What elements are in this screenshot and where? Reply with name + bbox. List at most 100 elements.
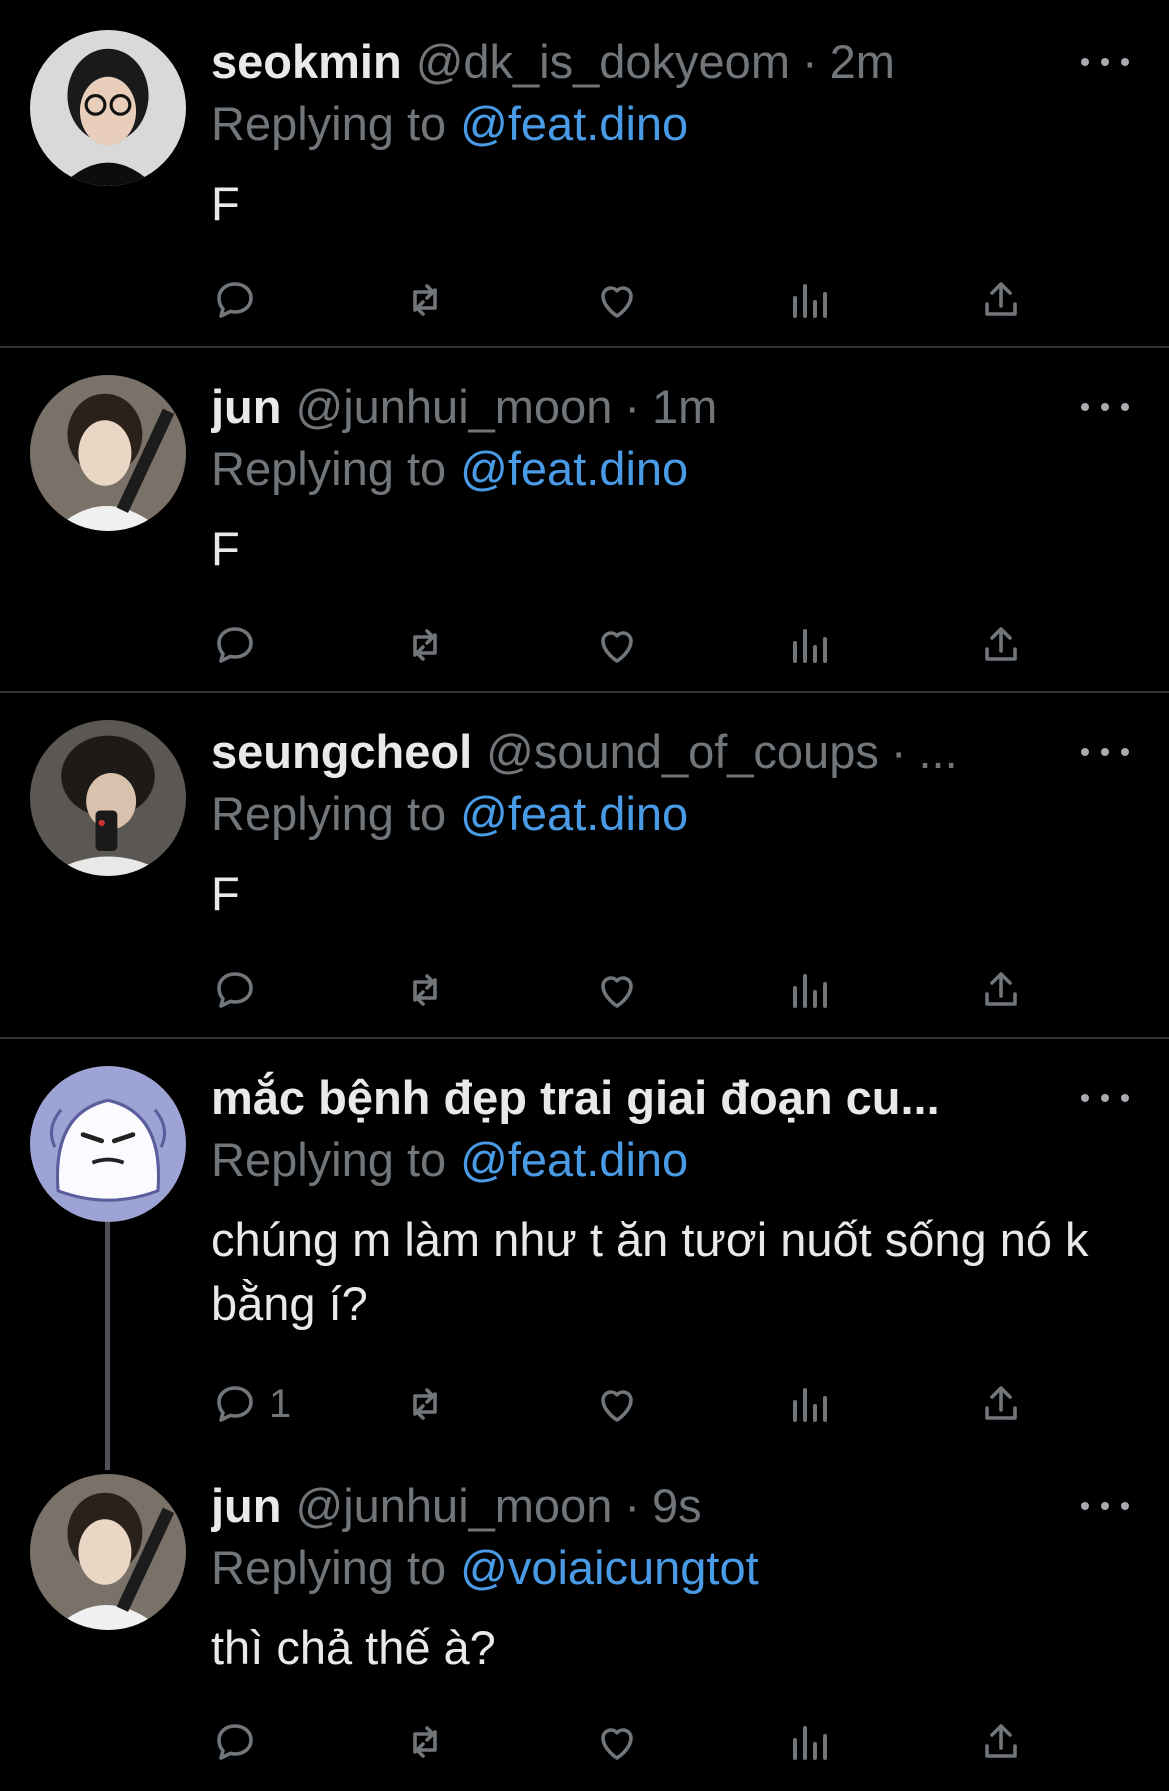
- reply-icon: [217, 1386, 253, 1422]
- share-icon: [985, 1724, 1017, 1758]
- like-button[interactable]: [593, 1712, 641, 1772]
- timestamp[interactable]: ...: [919, 720, 958, 784]
- views-button[interactable]: [785, 1374, 833, 1434]
- display-name[interactable]: seokmin: [211, 30, 402, 94]
- reply-button[interactable]: [211, 1712, 269, 1772]
- reply-icon: [217, 972, 253, 1008]
- display-name[interactable]: mắc bệnh đẹp trai giai đoạn cu...: [211, 1066, 940, 1130]
- timestamp[interactable]: 9s: [652, 1474, 702, 1538]
- like-button[interactable]: [593, 615, 641, 675]
- tweet[interactable]: seokmin @dk_is_dokyeom · 2m Replying to @…: [0, 0, 1169, 348]
- action-bar: [211, 1712, 1051, 1772]
- separator-dot: ·: [801, 35, 818, 88]
- share-button[interactable]: [977, 960, 1025, 1020]
- replying-label: Replying to: [211, 787, 447, 840]
- tweet-header: jun @junhui_moon · 9s: [211, 1474, 1061, 1538]
- action-bar: [211, 270, 1051, 330]
- reply-icon: [217, 1724, 253, 1760]
- mention-link[interactable]: @feat.dino: [460, 97, 688, 150]
- mention-link[interactable]: @feat.dino: [460, 1133, 688, 1186]
- reply-button[interactable]: [211, 270, 269, 330]
- like-icon: [601, 1728, 633, 1760]
- like-button[interactable]: [593, 1374, 641, 1434]
- tweet-header: seokmin @dk_is_dokyeom · 2m: [211, 30, 1061, 94]
- reply-button[interactable]: [211, 615, 269, 675]
- share-button[interactable]: [977, 1374, 1025, 1434]
- display-name[interactable]: jun: [211, 375, 281, 439]
- mention-link[interactable]: @feat.dino: [460, 787, 688, 840]
- mention-link[interactable]: @voiaicungtot: [460, 1541, 759, 1594]
- more-icon[interactable]: [1081, 734, 1129, 770]
- share-icon: [985, 627, 1017, 661]
- timestamp[interactable]: 1m: [652, 375, 717, 439]
- tweet-header: jun @junhui_moon · 1m: [211, 375, 1061, 439]
- replying-label: Replying to: [211, 1541, 447, 1594]
- retweet-button[interactable]: [401, 1712, 449, 1772]
- reply-button[interactable]: 1: [211, 1374, 291, 1434]
- more-icon[interactable]: [1081, 44, 1129, 80]
- tweet-text: F: [211, 177, 240, 230]
- tweet-feed: seokmin @dk_is_dokyeom · 2m Replying to @…: [0, 0, 1169, 1791]
- avatar[interactable]: [30, 1474, 186, 1630]
- timestamp[interactable]: 2m: [830, 30, 895, 94]
- retweet-icon: [413, 1388, 437, 1420]
- separator-dot: ·: [624, 380, 641, 433]
- retweet-button[interactable]: [401, 615, 449, 675]
- like-button[interactable]: [593, 960, 641, 1020]
- user-handle[interactable]: @dk_is_dokyeom: [416, 30, 790, 94]
- more-icon[interactable]: [1081, 1080, 1129, 1116]
- tweet[interactable]: jun @junhui_moon · 1m Replying to @feat.d…: [0, 345, 1169, 693]
- views-icon: [793, 974, 827, 1008]
- views-button[interactable]: [785, 1712, 833, 1772]
- share-button[interactable]: [977, 1712, 1025, 1772]
- mention-link[interactable]: @feat.dino: [460, 442, 688, 495]
- retweet-icon: [413, 284, 437, 316]
- views-button[interactable]: [785, 960, 833, 1020]
- separator-dot: ·: [890, 725, 907, 778]
- views-icon: [793, 284, 827, 318]
- tweet[interactable]: seungcheol @sound_of_coups · ... Replyin…: [0, 690, 1169, 1038]
- replying-label: Replying to: [211, 97, 447, 150]
- replying-to: Replying to @feat.dino: [211, 1130, 688, 1190]
- like-icon: [601, 286, 633, 318]
- tweet-header: mắc bệnh đẹp trai giai đoạn cu...: [211, 1066, 1061, 1130]
- views-button[interactable]: [785, 615, 833, 675]
- like-button[interactable]: [593, 270, 641, 330]
- display-name[interactable]: seungcheol: [211, 720, 472, 784]
- share-button[interactable]: [977, 615, 1025, 675]
- separator-dot: ·: [624, 1479, 641, 1532]
- reply-count: 1: [269, 1381, 292, 1426]
- retweet-icon: [413, 1726, 437, 1758]
- action-bar: [211, 960, 1051, 1020]
- views-button[interactable]: [785, 270, 833, 330]
- retweet-icon: [413, 629, 437, 661]
- views-icon: [793, 629, 827, 663]
- retweet-button[interactable]: [401, 960, 449, 1020]
- user-handle[interactable]: @junhui_moon: [295, 375, 612, 439]
- views-icon: [793, 1388, 827, 1422]
- share-button[interactable]: [977, 270, 1025, 330]
- share-icon: [985, 972, 1017, 1006]
- more-icon[interactable]: [1081, 1488, 1129, 1524]
- like-icon: [601, 1390, 633, 1422]
- more-icon[interactable]: [1081, 389, 1129, 425]
- avatar[interactable]: [30, 375, 186, 531]
- share-icon: [985, 1386, 1017, 1420]
- retweet-button[interactable]: [401, 270, 449, 330]
- avatar[interactable]: [30, 30, 186, 186]
- tweet[interactable]: mắc bệnh đẹp trai giai đoạn cu... Replyi…: [0, 1036, 1169, 1466]
- replying-label: Replying to: [211, 1133, 447, 1186]
- reply-button[interactable]: [211, 960, 269, 1020]
- user-handle[interactable]: @sound_of_coups: [486, 720, 879, 784]
- like-icon: [601, 631, 633, 663]
- replying-to: Replying to @feat.dino: [211, 94, 688, 154]
- user-handle[interactable]: @junhui_moon: [295, 1474, 612, 1538]
- avatar[interactable]: [30, 1066, 186, 1222]
- tweet-text: chúng m làm như t ăn tươi nuốt sống nó k…: [211, 1213, 1089, 1330]
- tweet[interactable]: jun @junhui_moon · 9s Replying to @voiaic…: [0, 1444, 1169, 1791]
- replying-label: Replying to: [211, 442, 447, 495]
- avatar[interactable]: [30, 720, 186, 876]
- tweet-text: F: [211, 522, 240, 575]
- display-name[interactable]: jun: [211, 1474, 281, 1538]
- retweet-button[interactable]: [401, 1374, 449, 1434]
